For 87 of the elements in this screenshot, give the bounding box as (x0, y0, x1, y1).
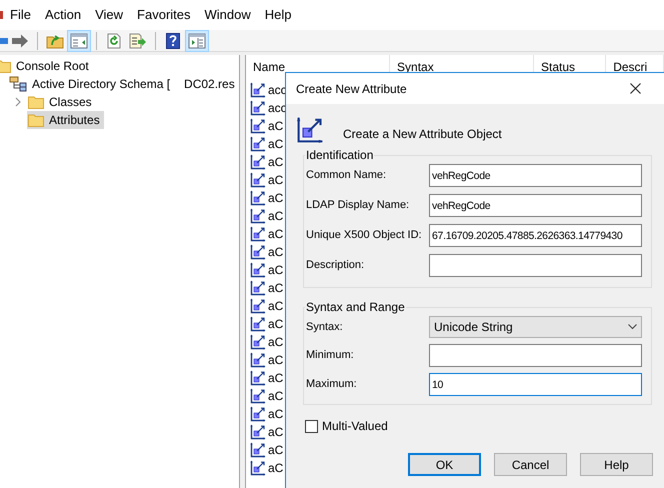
attribute-icon (250, 190, 266, 206)
dialog-button[interactable]: OK (408, 453, 481, 476)
attribute-name[interactable]: aC (268, 207, 284, 225)
field-label: Minimum: (306, 348, 355, 364)
close-icon[interactable] (630, 83, 641, 94)
app-icon (0, 11, 3, 19)
dialog-button[interactable]: Help (580, 453, 653, 476)
attribute-icon (250, 136, 266, 152)
attribute-name[interactable]: aC (268, 135, 284, 153)
dropdown-chevron-icon (628, 324, 637, 330)
dialog-title: Create New Attribute (295, 80, 407, 98)
attribute-icon (250, 82, 266, 98)
attribute-icon (250, 334, 266, 350)
forward-arrow-icon[interactable] (11, 34, 29, 48)
attribute-name[interactable]: aC (268, 153, 284, 171)
checkbox-label: Multi-Valued (322, 418, 388, 435)
text-field[interactable] (429, 344, 642, 367)
field-label: LDAP Display Name: (306, 198, 410, 214)
group-title: Syntax and Range (305, 299, 406, 316)
attribute-icon (250, 316, 266, 332)
attribute-name[interactable]: aC (268, 243, 284, 261)
field-label: Common Name: (306, 168, 388, 184)
attribute-icon (250, 172, 266, 188)
dialog-heading: Create a New Attribute Object (343, 126, 502, 143)
attribute-icon (250, 262, 266, 278)
field-label: Description: (306, 258, 366, 274)
attribute-name[interactable]: aC (268, 261, 284, 279)
attribute-icon (250, 154, 266, 170)
attribute-name[interactable]: aC (268, 387, 284, 405)
attribute-name[interactable]: aC (268, 459, 284, 477)
folder-icon (28, 95, 44, 109)
menu-item[interactable]: Help (264, 5, 292, 25)
attribute-icon (250, 118, 266, 134)
attribute-name[interactable]: aC (268, 315, 284, 333)
attribute-icon (250, 244, 266, 260)
attribute-name[interactable]: aC (268, 171, 284, 189)
attribute-icon (250, 226, 266, 242)
group-title: Identification (305, 147, 374, 164)
tree-item[interactable]: Classes (27, 93, 96, 111)
folder-icon (28, 113, 44, 127)
text-field[interactable]: vehRegCode (429, 194, 642, 217)
attribute-name[interactable]: aC (268, 405, 284, 423)
attribute-icon (250, 388, 266, 404)
attribute-icon (250, 370, 266, 386)
text-field[interactable]: vehRegCode (429, 164, 642, 187)
tree-item[interactable]: Console Root (0, 57, 93, 75)
tree-item[interactable]: Attributes (27, 111, 104, 129)
menu-item[interactable]: File (10, 5, 31, 25)
field-label: Unique X500 Object ID: (306, 228, 423, 244)
attribute-icon (250, 406, 266, 422)
menu-item[interactable]: Window (204, 5, 251, 25)
attribute-name[interactable]: aC (268, 369, 284, 387)
text-field[interactable]: 10 (429, 373, 642, 396)
attribute-icon (250, 442, 266, 458)
help-icon[interactable] (166, 32, 180, 48)
syntax-dropdown[interactable]: Unicode String (429, 316, 642, 338)
attribute-name[interactable]: aC (268, 297, 284, 315)
attribute-name[interactable]: aC (268, 351, 284, 369)
attribute-icon (250, 298, 266, 314)
attribute-icon (250, 208, 266, 224)
refresh-icon[interactable] (106, 32, 122, 48)
menu-item[interactable]: Favorites (137, 5, 191, 25)
attribute-icon (250, 280, 266, 296)
attribute-name[interactable]: aC (268, 225, 284, 243)
text-field[interactable] (429, 254, 642, 277)
tree-item[interactable]: Active Directory Schema [ (8, 75, 174, 93)
field-label: Maximum: (306, 377, 358, 392)
text-field[interactable]: 67.16709.20205.47885.2626363.14779430 (429, 224, 642, 247)
attribute-name[interactable]: aC (268, 423, 284, 441)
attribute-icon (250, 460, 266, 476)
dialog-button[interactable]: Cancel (494, 453, 567, 476)
attribute-icon (250, 100, 266, 116)
field-label: Syntax: (306, 320, 344, 335)
attribute-icon (250, 352, 266, 368)
attribute-name[interactable]: aC (268, 441, 284, 459)
attribute-name[interactable]: aC (268, 279, 284, 297)
attribute-name[interactable]: aC (268, 333, 284, 351)
attribute-name[interactable]: aC (268, 117, 284, 135)
attribute-icon (250, 424, 266, 440)
chevron-right-icon[interactable] (14, 97, 22, 107)
menu-item[interactable]: Action (44, 5, 82, 25)
attribute-icon (296, 116, 324, 144)
server-name: DC02.res (184, 76, 235, 93)
checkbox[interactable] (305, 420, 318, 432)
menu-item[interactable]: View (95, 5, 124, 25)
attribute-name[interactable]: aC (268, 189, 284, 207)
schema-tree-icon (9, 76, 27, 92)
